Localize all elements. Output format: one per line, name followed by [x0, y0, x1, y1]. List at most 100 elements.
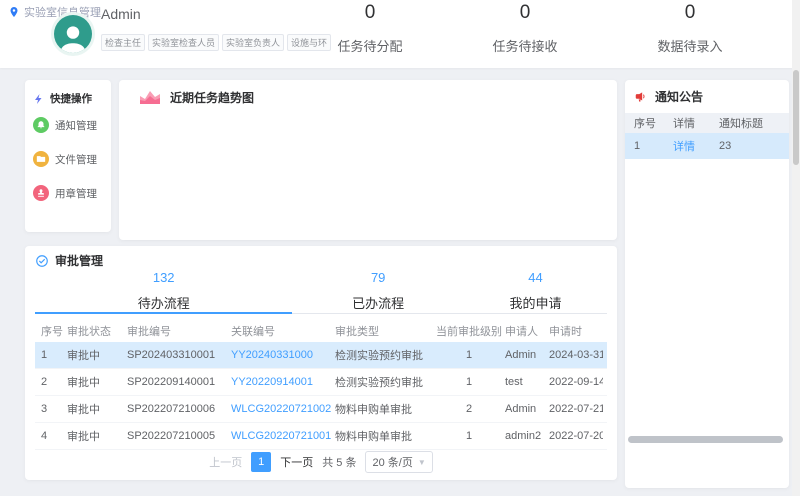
tab-count: 44	[464, 270, 607, 285]
current-page-button[interactable]: 1	[251, 452, 271, 472]
table-row[interactable]: 4 审批中 SP202207210005 WLCG20220721001 物料申…	[35, 423, 607, 450]
approval-panel: 审批管理 132 待办流程 79 已办流程 44 我的申请 序号 审批状态 审批…	[25, 246, 617, 480]
stat-tasks-to-receive: 0 任务待接收	[460, 2, 590, 55]
tab-count: 79	[292, 270, 464, 285]
tab-label: 已办流程	[292, 293, 464, 312]
quick-item-notification-management[interactable]: 通知管理	[33, 117, 97, 133]
table-row[interactable]: 3 审批中 SP202207210006 WLCG20220721002 物料申…	[35, 396, 607, 423]
horizontal-scrollbar-thumb[interactable]	[628, 436, 783, 443]
cell-no: 2	[35, 376, 67, 388]
related-code-link[interactable]: YY20240331000	[231, 349, 335, 361]
cell-level: 1	[433, 430, 505, 442]
megaphone-icon	[633, 90, 649, 104]
approval-tabs: 132 待办流程 79 已办流程 44 我的申请	[35, 268, 607, 314]
location-pin-icon	[8, 5, 20, 19]
prev-page-button[interactable]: 上一页	[209, 454, 242, 470]
vertical-scrollbar-thumb[interactable]	[793, 70, 799, 165]
tab-my-applications[interactable]: 44 我的申请	[464, 268, 607, 313]
stat-value: 0	[305, 2, 435, 24]
bell-icon	[33, 117, 49, 133]
cell-no: 1	[35, 349, 67, 361]
quick-item-file-management[interactable]: 文件管理	[33, 151, 97, 167]
notice-title: 通知公告	[655, 88, 703, 105]
tab-done-processes[interactable]: 79 已办流程	[292, 268, 464, 313]
quick-actions-title: 快捷操作	[50, 91, 92, 106]
cell-date: 2022-07-20	[549, 430, 603, 442]
tab-label: 待办流程	[35, 293, 292, 312]
table-row[interactable]: 2 审批中 SP202209140001 YY20220914001 检测实验预…	[35, 369, 607, 396]
trend-chart-header: 近期任务趋势图	[119, 80, 617, 106]
col-type: 审批类型	[335, 323, 433, 339]
quick-item-label: 文件管理	[55, 152, 97, 167]
notice-row-title: 23	[719, 140, 783, 152]
trend-chart-panel: 近期任务趋势图	[119, 80, 617, 240]
page-size-select[interactable]: 20 条/页 ▼	[365, 451, 432, 473]
trend-chart-title: 近期任务趋势图	[170, 89, 254, 106]
related-code-link[interactable]: YY20220914001	[231, 376, 335, 388]
related-code-link[interactable]: WLCG20220721002	[231, 403, 335, 415]
stat-value: 0	[625, 2, 755, 24]
cell-type: 物料申购单审批	[335, 428, 433, 444]
top-bar: 实验室信息管理 Admin 检查主任 实验室检查人员 实验室负责人 设施与环 0…	[0, 0, 800, 68]
folder-icon	[33, 151, 49, 167]
stat-value: 0	[460, 2, 590, 24]
cell-approval-code: SP202209140001	[127, 376, 231, 388]
col-related-code: 关联编号	[231, 323, 335, 339]
tab-count: 132	[35, 270, 292, 285]
related-code-link[interactable]: WLCG20220721001	[231, 430, 335, 442]
cell-date: 2022-09-14	[549, 376, 603, 388]
cell-applicant: admin2	[505, 430, 549, 442]
col-applicant: 申请人	[505, 323, 549, 339]
col-date: 申请时	[549, 323, 603, 339]
table-row[interactable]: 1 审批中 SP202403310001 YY20240331000 检测实验预…	[35, 342, 607, 369]
cell-applicant: Admin	[505, 349, 549, 361]
quick-item-seal-management[interactable]: 用章管理	[33, 185, 97, 201]
role-tag: 实验室检查人员	[148, 34, 219, 51]
stat-data-to-enter: 0 数据待录入	[625, 2, 755, 55]
stat-tasks-to-assign: 0 任务待分配	[305, 2, 435, 55]
notice-table: 序号 详情 通知标题 1 详情 23	[625, 113, 789, 159]
tab-pending-processes[interactable]: 132 待办流程	[35, 268, 292, 313]
cell-level: 2	[433, 403, 505, 415]
stat-label: 数据待录入	[625, 36, 755, 55]
cell-approval-code: SP202207210005	[127, 430, 231, 442]
chevron-down-icon: ▼	[418, 458, 426, 467]
user-roles: 检查主任 实验室检查人员 实验室负责人 设施与环	[101, 34, 331, 51]
cell-type: 物料申购单审批	[335, 401, 433, 417]
cell-status: 审批中	[67, 401, 127, 417]
approval-table-header: 序号 审批状态 审批编号 关联编号 审批类型 当前审批级别 申请人 申请时	[35, 320, 607, 342]
approval-title: 审批管理	[55, 252, 103, 269]
cell-level: 1	[433, 376, 505, 388]
total-count-label: 共 5 条	[322, 454, 356, 470]
cell-approval-code: SP202403310001	[127, 349, 231, 361]
quick-actions-panel: 快捷操作 通知管理 文件管理 用章管理	[25, 80, 111, 232]
page-size-value: 20 条/页	[372, 454, 412, 470]
stat-label: 任务待分配	[305, 36, 435, 55]
cell-no: 4	[35, 430, 67, 442]
quick-actions-header: 快捷操作	[25, 80, 111, 106]
notice-col-detail: 详情	[673, 115, 719, 131]
cell-approval-code: SP202207210006	[127, 403, 231, 415]
col-status: 审批状态	[67, 323, 127, 339]
notice-table-header: 序号 详情 通知标题	[625, 113, 789, 133]
quick-item-label: 通知管理	[55, 118, 97, 133]
approval-check-icon	[35, 254, 49, 268]
trend-chart-icon	[138, 88, 162, 106]
cell-level: 1	[433, 349, 505, 361]
user-name: Admin	[101, 6, 141, 22]
cell-applicant: test	[505, 376, 549, 388]
avatar	[54, 15, 92, 53]
breadcrumb: 实验室信息管理	[8, 4, 101, 20]
notice-col-no: 序号	[625, 115, 673, 131]
notice-col-title: 通知标题	[719, 115, 783, 131]
stamp-icon	[33, 185, 49, 201]
notice-row[interactable]: 1 详情 23	[625, 133, 789, 159]
next-page-button[interactable]: 下一页	[280, 454, 313, 470]
cell-status: 审批中	[67, 428, 127, 444]
notice-row-no: 1	[625, 140, 673, 152]
notice-panel: 通知公告 序号 详情 通知标题 1 详情 23	[625, 80, 789, 488]
notice-detail-link[interactable]: 详情	[673, 138, 719, 154]
cell-date: 2024-03-31	[549, 349, 603, 361]
cell-no: 3	[35, 403, 67, 415]
vertical-scrollbar-track[interactable]	[792, 0, 800, 496]
